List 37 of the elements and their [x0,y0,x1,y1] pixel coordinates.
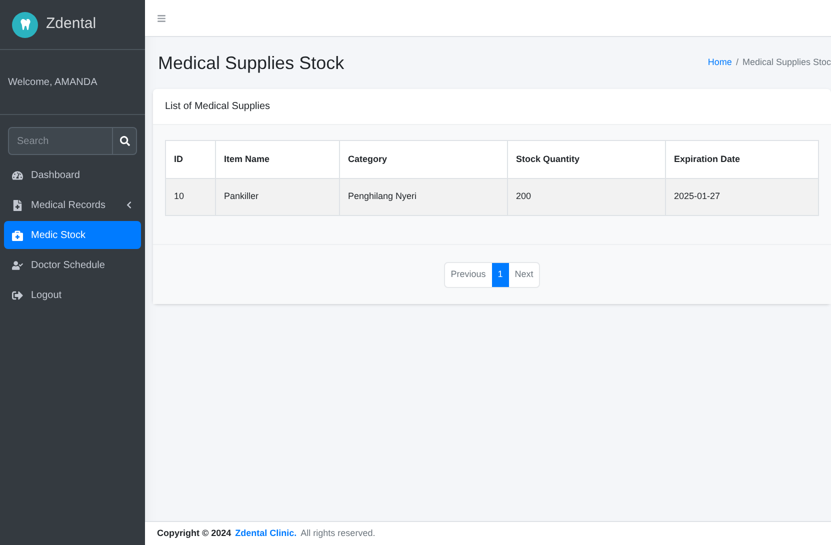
search-icon [120,136,130,146]
table-cell: Penghilang Nyeri [340,178,508,216]
card-title: List of Medical Supplies [165,100,270,114]
table-cell: 10 [166,178,216,216]
menu-icon[interactable] [157,14,166,22]
nav-item[interactable]: Dashboard [4,161,141,189]
column-header: ID [166,140,216,178]
nav-icon [12,200,23,210]
nav-item[interactable]: Doctor Schedule [4,251,141,279]
pagination-button[interactable]: Previous [444,262,492,286]
search-button[interactable] [113,127,137,155]
column-header: Category [340,140,508,178]
welcome-text: Welcome, AMANDA [8,76,98,90]
rights-text: All rights reserved. [300,526,376,540]
pagination-button[interactable]: Next [508,262,540,286]
table-cell: Pankiller [216,178,340,216]
page-title: Medical Supplies Stock [158,52,344,75]
nav-icon [12,230,23,240]
copyright-text: Copyright © 2024 [157,526,232,540]
breadcrumb-current: Medical Supplies Stoc [742,56,831,70]
nav-item[interactable]: Medical Records [4,191,141,219]
nav-item[interactable]: Medic Stock [4,221,141,249]
clinic-link[interactable]: Zdental Clinic. [235,526,297,540]
table-cell: 200 [508,178,666,216]
breadcrumb-separator: / [736,56,738,70]
nav-item[interactable]: Logout [4,281,141,309]
column-header: Expiration Date [666,140,818,178]
search-field[interactable]: Search [8,127,113,155]
brand-name: Zdental [46,14,96,34]
pagination-button[interactable]: 1 [492,262,509,286]
nav-icon [12,260,23,270]
table-cell: 2025-01-27 [666,178,818,216]
nav-icon [12,170,23,180]
breadcrumb-link[interactable]: Home [708,56,732,70]
nav-icon [12,290,23,300]
column-header: Stock Quantity [508,140,666,178]
logo-icon [12,12,38,38]
